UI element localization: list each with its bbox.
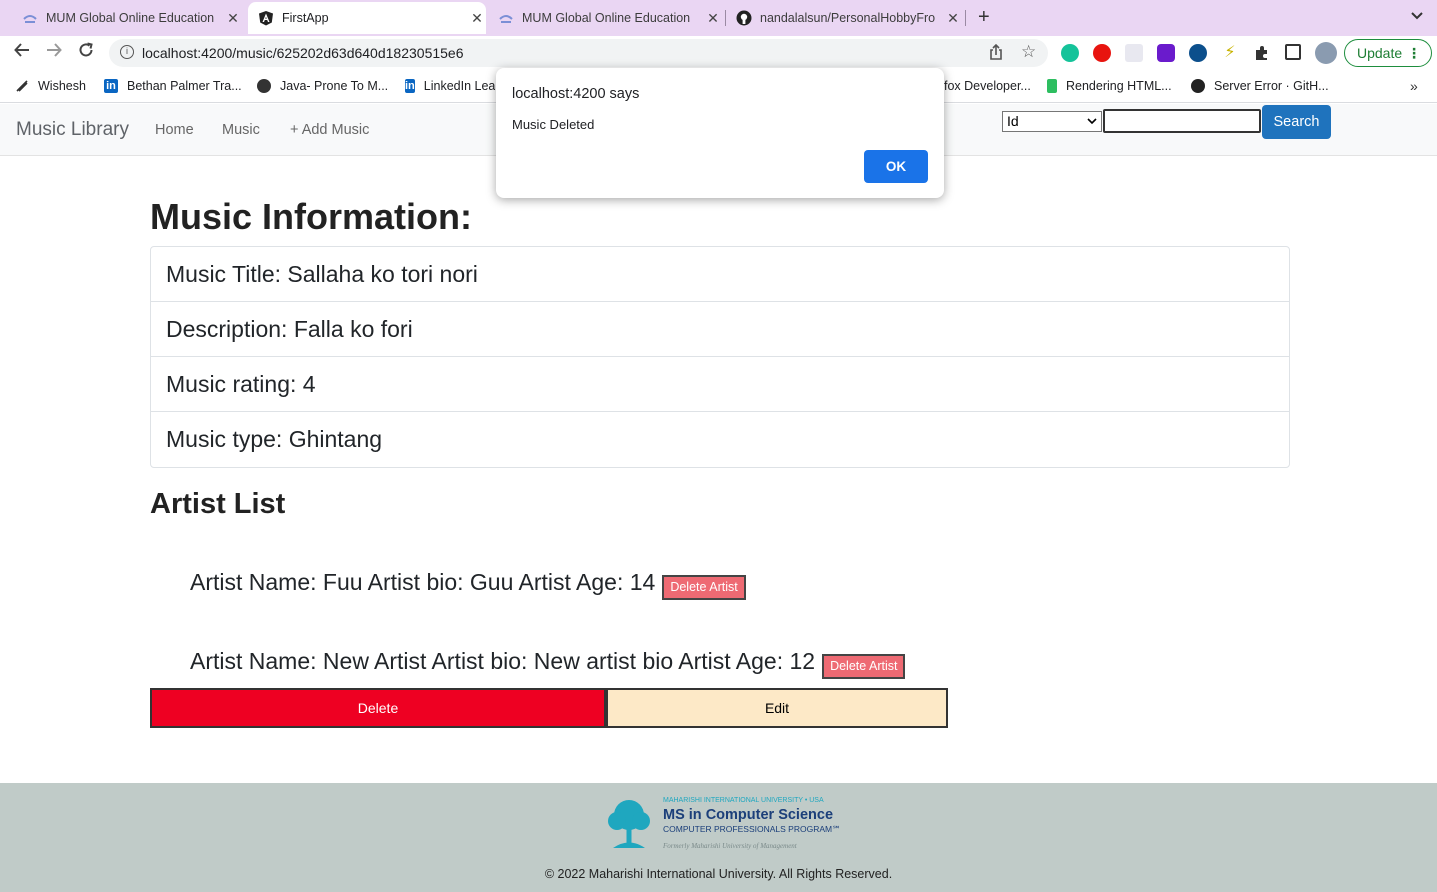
browser-tab-active[interactable]: FirstApp ✕ (248, 2, 486, 34)
github-icon (736, 10, 752, 26)
bookmark-item[interactable]: in Bethan Palmer Tra... (104, 79, 242, 93)
update-button[interactable]: Update ⋮ (1344, 39, 1432, 67)
bookmark-label: Java- Prone To M... (280, 79, 389, 93)
more-menu-icon[interactable]: ⋮ (1407, 40, 1421, 66)
github-icon (1191, 79, 1205, 93)
tab-search-chevron-icon[interactable] (1410, 8, 1424, 25)
browser-tab[interactable]: nandalalsun/PersonalHobbyFro ✕ (730, 2, 962, 34)
edit-music-button[interactable]: Edit (606, 688, 948, 728)
bookmark-star-icon[interactable]: ☆ (1021, 42, 1036, 62)
mum-favicon-icon (498, 10, 514, 26)
url-text: localhost:4200/music/625202d63d640d18230… (142, 45, 464, 61)
bookmark-label: Bethan Palmer Tra... (127, 79, 242, 93)
mum-favicon-icon (22, 10, 38, 26)
bookmark-label: LinkedIn Lea (423, 79, 495, 93)
chevron-down-icon (1087, 112, 1097, 138)
extension-icon[interactable] (1125, 44, 1143, 62)
bookmarks-overflow-icon[interactable]: » (1410, 78, 1418, 94)
app-brand[interactable]: Music Library (16, 119, 129, 141)
evernote-icon (1047, 79, 1057, 93)
svg-text:COMPUTER PROFESSIONALS PROGRAM: COMPUTER PROFESSIONALS PROGRAM℠ (663, 824, 841, 834)
music-details-list: Music Title: Sallaha ko tori nori Descri… (150, 246, 1290, 468)
extension-badge-icon[interactable] (1157, 44, 1175, 62)
search-input[interactable] (1103, 109, 1261, 133)
grammarly-extension-icon[interactable] (1061, 44, 1079, 62)
artist-list-heading: Artist List (150, 488, 286, 520)
artist-list-item: Artist Name: New Artist Artist bio: New … (190, 648, 906, 679)
svg-text:MS in Computer Science: MS in Computer Science (663, 807, 833, 823)
browser-tab[interactable]: MUM Global Online Education ✕ (12, 2, 242, 34)
site-info-icon[interactable]: i (120, 45, 134, 59)
tab-close-icon[interactable]: ✕ (944, 10, 962, 27)
browser-toolbar: i localhost:4200/music/625202d63d640d182… (0, 36, 1437, 70)
linkedin-icon: in (104, 79, 118, 93)
search-field-select[interactable]: Id (1002, 111, 1102, 132)
music-info-heading: Music Information: (150, 196, 472, 237)
artist-details: Artist Name: New Artist Artist bio: New … (190, 648, 816, 674)
browser-tab[interactable]: MUM Global Online Education ✕ (490, 2, 722, 34)
music-rating-item: Music rating: 4 (151, 357, 1289, 412)
copyright-text: © 2022 Maharishi International Universit… (544, 867, 893, 881)
bookmark-item[interactable]: Java- Prone To M... (257, 79, 388, 93)
artist-details: Artist Name: Fuu Artist bio: Guu Artist … (190, 569, 656, 595)
search-button[interactable]: Search (1262, 105, 1331, 139)
music-title-item: Music Title: Sallaha ko tori nori (151, 247, 1289, 302)
delete-music-button[interactable]: Delete (150, 688, 606, 728)
share-icon[interactable] (989, 43, 1003, 63)
nav-home-link[interactable]: Home (155, 122, 194, 138)
new-tab-button[interactable]: + (978, 6, 990, 29)
footer: MAHARISHI INTERNATIONAL UNIVERSITY • USA… (0, 783, 1437, 892)
lightning-extension-icon[interactable]: ⚡ (1221, 44, 1239, 62)
nav-add-music-link[interactable]: + Add Music (290, 122, 369, 138)
music-type-item: Music type: Ghintang (166, 426, 383, 452)
alert-origin: localhost:4200 says (512, 86, 640, 102)
side-panel-icon[interactable] (1285, 44, 1301, 60)
svg-text:MAHARISHI INTERNATIONAL UNIVER: MAHARISHI INTERNATIONAL UNIVERSITY • USA (663, 797, 824, 804)
bookmark-item[interactable]: in LinkedIn Lea (405, 79, 495, 93)
alert-ok-button[interactable]: OK (864, 150, 928, 183)
tab-close-icon[interactable]: ✕ (468, 10, 486, 27)
bookmark-item[interactable]: Wishesh (15, 79, 86, 93)
angular-icon (258, 10, 274, 26)
bookmark-item[interactable]: Rendering HTML... (1047, 79, 1172, 93)
address-bar[interactable]: i localhost:4200/music/625202d63d640d182… (109, 39, 1048, 67)
music-description-item: Description: Falla ko fori (151, 302, 1289, 357)
tab-title: MUM Global Online Education (46, 11, 215, 25)
clockify-extension-icon[interactable] (1189, 44, 1207, 62)
bookmark-label: fox Developer... (944, 79, 1031, 93)
back-arrow-icon[interactable] (10, 41, 34, 64)
update-label: Update (1357, 45, 1403, 61)
bookmark-label: Server Error · GitH... (1214, 79, 1329, 93)
puzzle-extensions-icon[interactable] (1253, 44, 1271, 62)
search-select-value: Id (1007, 113, 1019, 129)
bookmark-item[interactable]: Server Error · GitH... (1191, 79, 1329, 93)
tab-title: FirstApp (282, 11, 329, 25)
tab-title: nandalalsun/PersonalHobbyFro (760, 11, 936, 25)
tab-separator (725, 10, 726, 26)
alert-dialog: localhost:4200 says Music Deleted OK (496, 68, 944, 198)
tab-title: MUM Global Online Education (522, 11, 691, 25)
wishesh-icon (15, 79, 29, 93)
browser-tab-strip: MUM Global Online Education ✕ FirstApp ✕… (0, 0, 1437, 36)
svg-text:Formerly Maharishi University: Formerly Maharishi University of Managem… (662, 842, 798, 850)
nav-music-link[interactable]: Music (222, 122, 260, 138)
tab-separator (965, 10, 966, 26)
bookmark-label: Wishesh (38, 79, 86, 93)
tab-close-icon[interactable]: ✕ (224, 10, 242, 27)
adblock-extension-icon[interactable] (1093, 44, 1111, 62)
bookmark-item[interactable]: fox Developer... (944, 79, 1031, 93)
forward-arrow-icon[interactable] (42, 41, 66, 64)
alert-message: Music Deleted (512, 117, 595, 132)
linkedin-icon: in (405, 79, 415, 93)
bookmark-label: Rendering HTML... (1066, 79, 1172, 93)
delete-artist-button[interactable]: Delete Artist (822, 654, 906, 679)
globe-icon (257, 79, 271, 93)
tab-close-icon[interactable]: ✕ (704, 10, 722, 27)
artist-list-item: Artist Name: Fuu Artist bio: Guu Artist … (190, 569, 746, 600)
profile-avatar[interactable] (1315, 42, 1337, 64)
reload-icon[interactable] (74, 41, 98, 64)
delete-artist-button[interactable]: Delete Artist (662, 575, 746, 600)
miu-logo: MAHARISHI INTERNATIONAL UNIVERSITY • USA… (603, 793, 843, 853)
